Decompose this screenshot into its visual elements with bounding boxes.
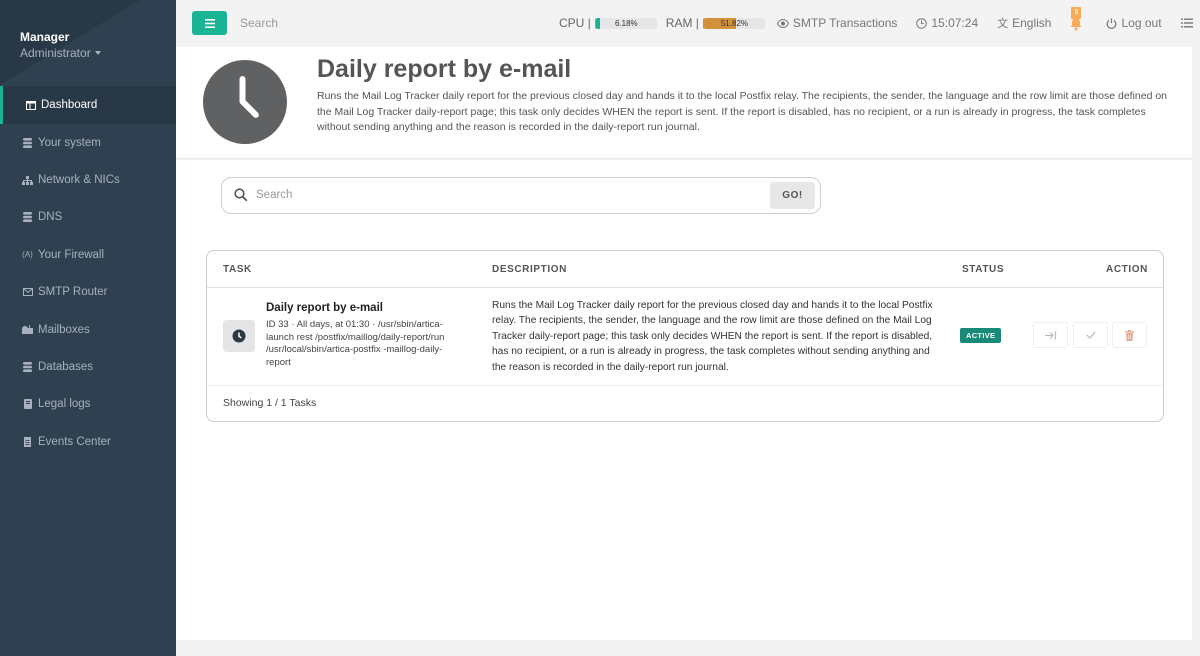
main-content: Search GO! TASK DESCRIPTION STATUS ACTIO…: [176, 160, 1192, 640]
delete-task-button[interactable]: [1112, 322, 1147, 348]
enable-task-button[interactable]: [1073, 322, 1108, 348]
top-status-area: CPU | 6.18% RAM | 51.82% SMTP Transactio…: [559, 7, 1193, 31]
sidebar-item-label: Network & NICs: [38, 174, 120, 187]
notifications-button[interactable]: 8: [1070, 7, 1084, 31]
check-icon: [1085, 331, 1096, 339]
column-header-task[interactable]: TASK: [223, 264, 252, 275]
table-header-divider: [207, 287, 1163, 288]
ram-label: RAM |: [665, 16, 699, 30]
page-title: Daily report by e-mail: [317, 55, 572, 83]
sidebar-item-label: SMTP Router: [38, 286, 108, 299]
cpu-meter: 6.18%: [594, 17, 657, 29]
sidebar-item-label: Legal logs: [38, 398, 91, 411]
sidebar-item-databases[interactable]: Databases: [0, 348, 176, 385]
envelope-icon: [22, 287, 33, 298]
smtp-transactions-label: SMTP Transactions: [792, 16, 898, 30]
sidebar: Manager Administrator Dashboard Your sys…: [0, 0, 176, 656]
power-icon: [1107, 18, 1117, 29]
page-header: Daily report by e-mail Runs the Mail Log…: [176, 47, 1192, 159]
column-header-description[interactable]: DESCRIPTION: [492, 264, 567, 275]
search-input[interactable]: Search: [256, 189, 292, 201]
user-role-dropdown[interactable]: Administrator: [20, 46, 101, 60]
sidebar-nav: Dashboard Your system Network & NICs DNS…: [0, 86, 176, 461]
task-list-button[interactable]: [1180, 18, 1193, 28]
menu-toggle-button[interactable]: [192, 11, 227, 35]
sidebar-item-mailboxes[interactable]: Mailboxes: [0, 311, 176, 348]
task-meta: ID 33 · All days, at 01:30 · /usr/sbin/a…: [266, 319, 445, 368]
tasks-icon: [1180, 18, 1193, 28]
run-arrow-icon: [1044, 331, 1056, 339]
clock-display: 15:07:24: [916, 16, 978, 30]
column-header-status[interactable]: STATUS: [962, 264, 1004, 275]
smtp-transactions-link[interactable]: SMTP Transactions: [776, 16, 898, 30]
sidebar-item-network[interactable]: Network & NICs: [0, 161, 176, 198]
sidebar-item-firewall[interactable]: (A) Your Firewall: [0, 236, 176, 273]
caret-down-icon: [94, 51, 101, 55]
logout-label: Log out: [1121, 16, 1162, 30]
language-selector[interactable]: 文 English: [997, 15, 1051, 31]
sidebar-item-dns[interactable]: DNS: [0, 199, 176, 236]
notifications-count: 8: [1071, 7, 1082, 19]
user-role: Administrator: [20, 46, 91, 60]
user-name: Manager: [20, 30, 70, 44]
sidebar-item-label: Your system: [38, 136, 101, 149]
firewall-icon: (A): [22, 250, 33, 260]
sidebar-item-label: Events Center: [38, 435, 111, 448]
sidebar-item-label: Your Firewall: [38, 248, 105, 261]
go-button[interactable]: GO!: [770, 182, 815, 209]
run-task-button[interactable]: [1033, 322, 1068, 348]
ram-meter: 51.82%: [702, 17, 765, 29]
trash-icon: [1125, 329, 1134, 341]
user-profile[interactable]: Manager Administrator: [20, 30, 101, 60]
logout-button[interactable]: Log out: [1106, 16, 1162, 30]
database-icon: [22, 212, 33, 223]
clock-icon: [232, 329, 246, 343]
sidebar-item-label: Dashboard: [41, 99, 98, 111]
tasks-table: TASK DESCRIPTION STATUS ACTION Daily rep…: [206, 250, 1164, 422]
sidebar-item-events-center[interactable]: Events Center: [0, 423, 176, 460]
table-footer-count: Showing 1 / 1 Tasks: [223, 397, 317, 409]
translate-icon: 文: [997, 18, 1009, 30]
book-icon: [22, 399, 33, 410]
task-type-icon: [223, 320, 255, 352]
sidebar-item-dashboard[interactable]: Dashboard: [0, 86, 176, 124]
page-description: Runs the Mail Log Tracker daily report f…: [317, 90, 1168, 133]
clock-time: 15:07:24: [931, 16, 979, 30]
task-name-link[interactable]: Daily report by e-mail: [266, 302, 383, 314]
top-search-input[interactable]: Search: [240, 16, 278, 30]
cpu-label: CPU |: [559, 16, 591, 30]
column-header-action: ACTION: [1106, 264, 1148, 275]
table-row-divider: [207, 385, 1163, 386]
sidebar-item-label: DNS: [38, 211, 63, 224]
sitemap-icon: [22, 175, 33, 186]
task-description: Runs the Mail Log Tracker daily report f…: [492, 300, 933, 373]
clock-icon: [916, 17, 928, 29]
language-label: English: [1012, 16, 1052, 30]
sidebar-item-your-system[interactable]: Your system: [0, 124, 176, 161]
sidebar-item-legal-logs[interactable]: Legal logs: [0, 386, 176, 423]
top-navbar: Search CPU | 6.18% RAM | 51.82% SMTP Tra…: [176, 0, 1200, 47]
cpu-value: 6.18%: [614, 18, 638, 28]
status-badge: ACTIVE: [960, 328, 1002, 343]
eye-icon: [776, 18, 789, 28]
search-icon: [234, 188, 248, 202]
clock-icon: [203, 60, 287, 144]
database-icon: [22, 362, 33, 373]
bell-icon: [1070, 18, 1082, 31]
task-search-box: Search GO!: [221, 177, 821, 214]
mailbox-icon: [22, 324, 33, 335]
database-icon: [22, 137, 33, 148]
dashboard-icon: [25, 100, 36, 111]
sidebar-item-label: Databases: [38, 361, 93, 374]
ram-value: 51.82%: [720, 18, 748, 28]
sidebar-item-smtp-router[interactable]: SMTP Router: [0, 274, 176, 311]
file-icon: [22, 436, 33, 447]
sidebar-item-label: Mailboxes: [38, 323, 90, 336]
hamburger-icon: [204, 18, 215, 28]
